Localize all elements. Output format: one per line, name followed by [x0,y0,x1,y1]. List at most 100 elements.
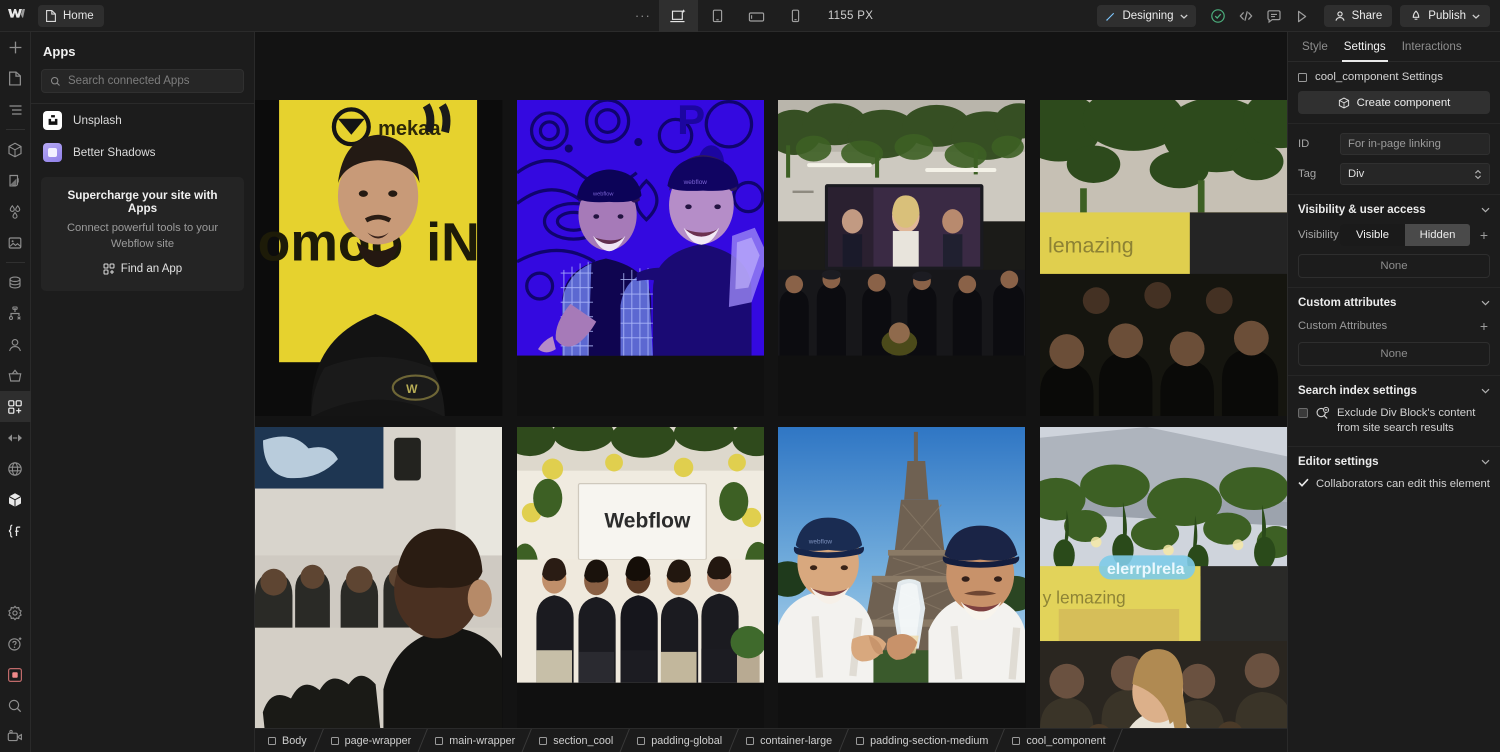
svg-text:Webflow: Webflow [604,509,691,532]
rail-navigator-panel[interactable] [0,94,31,125]
breadcrumb-item-body[interactable]: Body [255,729,318,752]
photo-venue-crowd-lemazing[interactable]: elerrplrela y lemazing [1040,427,1288,728]
id-row: ID For in-page linking [1298,133,1490,155]
visibility-option-visible[interactable]: Visible [1340,224,1405,246]
visibility-toggle[interactable]: Visible Hidden [1340,224,1470,246]
tag-value: Div [1348,168,1364,180]
preview-play-icon[interactable] [1288,0,1316,32]
top-toolbar-right: Designing Share Publish [1097,0,1500,32]
webflow-logo[interactable] [0,0,32,31]
rail-libraries-panel[interactable] [0,484,31,515]
photo-two-men-purple-mural[interactable]: P webflow [517,100,765,416]
exclude-search-row[interactable]: Exclude Div Block's content from site se… [1298,406,1490,437]
breadcrumb-item-section-cool[interactable]: section_cool [526,729,624,752]
breadcrumb-item-padding-global[interactable]: padding-global [624,729,733,752]
custom-attributes-empty: None [1298,342,1490,366]
collaborators-edit-row[interactable]: Collaborators can edit this element [1298,477,1490,492]
tab-style[interactable]: Style [1294,32,1336,61]
svg-text:elerrplrela: elerrplrela [1106,560,1185,578]
rail-cms-panel[interactable] [0,267,31,298]
panel-tabs: Style Settings Interactions [1288,32,1500,62]
rail-add-panel[interactable] [0,32,31,63]
breadcrumb-item-page-wrapper[interactable]: page-wrapper [318,729,423,752]
rail-settings-panel[interactable] [0,597,31,628]
photo-stage-screen-audience[interactable] [778,100,1026,416]
tag-select[interactable]: Div [1340,163,1490,185]
rail-logic-panel[interactable] [0,298,31,329]
tab-settings[interactable]: Settings [1336,32,1394,61]
apps-search[interactable] [41,69,244,93]
editor-settings-header[interactable]: Editor settings [1298,456,1490,468]
rail-video-panel[interactable] [0,721,31,752]
comment-icon[interactable] [1260,0,1288,32]
rail-search-panel[interactable] [0,690,31,721]
photo-webflow-watch-party-paris[interactable]: ebflow Watch arty PARIS [255,427,503,728]
code-icon[interactable] [1232,0,1260,32]
plus-icon [8,40,23,55]
left-icon-rail [0,32,31,752]
visibility-conditions-empty: None [1298,254,1490,278]
rail-interactions-panel[interactable] [0,422,31,453]
rail-users-panel[interactable] [0,329,31,360]
rail-assets-panel[interactable] [0,227,31,258]
rail-recording-indicator[interactable] [0,659,31,690]
breadcrumb-item-padding-section-medium[interactable]: padding-section-medium [843,729,999,752]
publish-button[interactable]: Publish [1400,5,1490,27]
breadcrumb-label: page-wrapper [345,735,412,747]
record-square-icon [7,667,23,683]
more-options-icon[interactable]: ··· [627,0,659,32]
chevron-down-icon [1180,14,1188,19]
visibility-header[interactable]: Visibility & user access [1298,204,1490,216]
custom-attributes-header[interactable]: Custom attributes [1298,297,1490,309]
visibility-title: Visibility & user access [1298,204,1426,216]
visibility-label: Visibility [1298,229,1332,241]
device-mobile-landscape[interactable] [737,0,776,32]
rail-style-panel[interactable] [0,165,31,196]
rail-pages-panel[interactable] [0,63,31,94]
breadcrumb-item-main-wrapper[interactable]: main-wrapper [422,729,526,752]
cube-icon [7,142,23,158]
design-canvas[interactable]: mekaa omoo iN W [255,32,1287,728]
rail-apps-panel[interactable] [0,391,31,422]
photo-speaker-yellow-backdrop[interactable]: mekaa omoo iN W [255,100,503,416]
check-icon [1298,478,1309,487]
rail-custom-code-panel[interactable] [0,515,31,546]
logic-icon [7,306,23,322]
device-mobile-portrait[interactable] [776,0,815,32]
top-toolbar: Home ··· 1155 PX Designing [0,0,1500,32]
app-item-unsplash[interactable]: Unsplash [31,104,254,136]
share-button[interactable]: Share [1324,5,1393,27]
rail-ecommerce-panel[interactable] [0,360,31,391]
rail-localization-panel[interactable] [0,453,31,484]
div-block-icon [1298,73,1307,82]
cube-icon [1338,97,1350,109]
add-custom-attribute-button[interactable]: + [1478,318,1490,334]
photo-audience-seated[interactable]: lemazing [1040,100,1288,416]
create-component-button[interactable]: Create component [1298,91,1490,114]
audit-check-icon[interactable] [1204,0,1232,32]
page-icon [8,71,22,86]
add-visibility-condition-button[interactable]: + [1478,227,1490,243]
tab-interactions[interactable]: Interactions [1394,32,1470,61]
rail-components-panel[interactable] [0,134,31,165]
device-desktop[interactable] [659,0,698,32]
element-icon [856,737,864,745]
find-an-app-button[interactable]: Find an App [103,263,182,275]
custom-attributes-sub-row: Custom Attributes + [1298,318,1490,334]
device-tablet[interactable] [698,0,737,32]
visibility-option-hidden[interactable]: Hidden [1405,224,1470,246]
id-input[interactable]: For in-page linking [1340,133,1490,155]
rail-help-panel[interactable] [0,628,31,659]
photo-team-group-on-stage[interactable]: Webflow [517,427,765,728]
publish-label: Publish [1428,10,1466,22]
exclude-search-checkbox[interactable] [1298,408,1308,418]
breadcrumb-item-container-large[interactable]: container-large [733,729,843,752]
search-index-header[interactable]: Search index settings [1298,385,1490,397]
home-button[interactable]: Home [38,5,104,27]
mode-dropdown[interactable]: Designing [1097,5,1195,27]
app-item-better-shadows[interactable]: Better Shadows [31,136,254,168]
breadcrumb-item-cool-component[interactable]: cool_component [999,729,1116,752]
apps-search-input[interactable] [68,75,235,87]
photo-eiffel-tower-selfie[interactable]: webflow [778,427,1026,728]
rail-variables-panel[interactable] [0,196,31,227]
